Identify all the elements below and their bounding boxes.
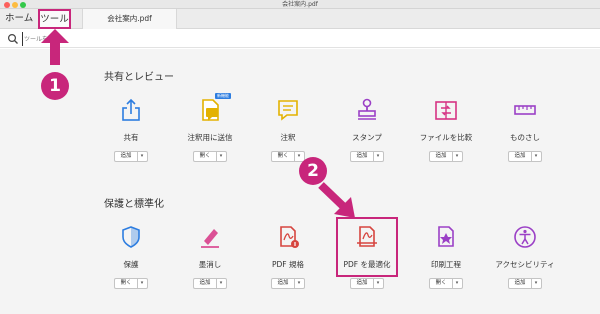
tool-protect[interactable]: 保護 開く ▾ (91, 224, 171, 289)
tool-label: 墨消し (198, 260, 222, 269)
tab-tools[interactable]: ツール (38, 9, 71, 29)
tool-button-group: 開く ▾ (271, 151, 305, 162)
chevron-down-icon[interactable]: ▾ (532, 279, 541, 288)
add-button[interactable]: 追加 (351, 279, 374, 288)
tool-button-group: 開く ▾ (429, 278, 463, 289)
chevron-down-icon[interactable]: ▾ (138, 152, 147, 161)
up-arrow-icon (41, 29, 69, 65)
tool-button-group: 追加 ▾ (350, 278, 384, 289)
tool-print-production[interactable]: 印刷工程 開く ▾ (406, 224, 486, 289)
tool-accessibility[interactable]: アクセシビリティ 追加 ▾ (485, 224, 565, 289)
accessibility-icon (514, 226, 536, 248)
window-title-bar: 会社案内.pdf (0, 0, 600, 9)
tool-label: ファイルを比較 (419, 133, 473, 142)
add-button[interactable]: 追加 (509, 152, 532, 161)
share-icon (122, 98, 140, 121)
tool-pdf-standards[interactable]: PDF 規格 追加 ▾ (248, 224, 328, 289)
tool-button-group: 追加 ▾ (508, 278, 542, 289)
add-button[interactable]: 追加 (272, 279, 295, 288)
send-for-comments-icon (202, 99, 219, 121)
tool-button-group: 追加 ▾ (350, 151, 384, 162)
add-button[interactable]: 追加 (351, 152, 374, 161)
open-button[interactable]: 開く (272, 152, 295, 161)
tool-comment[interactable]: 注釈 開く ▾ (248, 97, 328, 162)
tool-compare-files[interactable]: ファイルを比較 追加 ▾ (406, 97, 486, 162)
chevron-down-icon[interactable]: ▾ (453, 152, 462, 161)
tool-label: ものさし (510, 133, 540, 142)
tool-redact[interactable]: 墨消し 追加 ▾ (170, 224, 250, 289)
tool-send-for-comments[interactable]: 新機能 注釈用に送信 開く ▾ (170, 93, 250, 162)
section-title-share-review: 共有とレビュー (104, 72, 174, 83)
tool-button-group: 開く ▾ (193, 151, 227, 162)
chevron-down-icon[interactable]: ▾ (374, 279, 383, 288)
tool-label: アクセシビリティ (495, 260, 555, 269)
tool-label: 保護 (123, 260, 139, 269)
section-title-protect-standardize: 保護と標準化 (104, 199, 164, 210)
chevron-down-icon[interactable]: ▾ (295, 152, 304, 161)
add-button[interactable]: 追加 (430, 152, 453, 161)
protect-shield-icon (122, 226, 140, 248)
add-button[interactable]: 追加 (115, 152, 138, 161)
open-button[interactable]: 開く (430, 279, 453, 288)
window-title: 会社案内.pdf (282, 1, 318, 8)
tool-button-group: 追加 ▾ (193, 278, 227, 289)
stamp-icon (358, 98, 376, 120)
chevron-down-icon[interactable]: ▾ (217, 152, 226, 161)
tool-button-group: 追加 ▾ (508, 151, 542, 162)
chevron-down-icon[interactable]: ▾ (217, 279, 226, 288)
add-button[interactable]: 追加 (509, 279, 532, 288)
chevron-down-icon[interactable]: ▾ (374, 152, 383, 161)
chevron-down-icon[interactable]: ▾ (138, 279, 147, 288)
optimize-pdf-highlight (336, 217, 398, 277)
tool-label: スタンプ (352, 133, 382, 142)
tool-label: 注釈 (280, 133, 296, 142)
tool-share[interactable]: 共有 追加 ▾ (91, 97, 171, 162)
tool-measure[interactable]: ものさし 追加 ▾ (485, 97, 565, 162)
tab-bar: ホーム ツール 会社案内.pdf (0, 9, 600, 29)
down-right-arrow-icon (318, 182, 355, 218)
tool-button-group: 追加 ▾ (429, 151, 463, 162)
add-button[interactable]: 追加 (194, 279, 217, 288)
chevron-down-icon[interactable]: ▾ (453, 279, 462, 288)
search-icon (7, 33, 18, 44)
tool-label: 共有 (123, 133, 139, 142)
step-2-badge: 2 (299, 157, 327, 185)
tools-center: 共有とレビュー 共有 追加 ▾ 新機能 注釈用に送信 開く ▾ 注釈 開く ▾ … (0, 49, 600, 314)
tool-button-group: 追加 ▾ (271, 278, 305, 289)
measure-icon (514, 105, 536, 115)
tab-home[interactable]: ホーム (5, 9, 37, 29)
pdf-standards-icon (280, 226, 299, 248)
tool-label: 注釈用に送信 (187, 133, 233, 142)
tool-label: PDF 規格 (272, 260, 304, 269)
chevron-down-icon[interactable]: ▾ (295, 279, 304, 288)
chevron-down-icon[interactable]: ▾ (532, 152, 541, 161)
compare-files-icon (435, 101, 457, 120)
tool-button-group: 開く ▾ (114, 278, 148, 289)
open-button[interactable]: 開く (194, 152, 217, 161)
new-feature-badge: 新機能 (215, 93, 231, 99)
search-bar (0, 30, 600, 48)
tool-button-group: 追加 ▾ (114, 151, 148, 162)
comment-icon (278, 100, 298, 121)
step-1-badge: 1 (41, 72, 69, 100)
tab-document[interactable]: 会社案内.pdf (82, 9, 177, 29)
open-button[interactable]: 開く (115, 279, 138, 288)
redact-icon (201, 229, 219, 248)
tool-stamp[interactable]: スタンプ 追加 ▾ (327, 97, 407, 162)
print-production-icon (438, 226, 454, 247)
tool-label: 印刷工程 (431, 260, 461, 269)
